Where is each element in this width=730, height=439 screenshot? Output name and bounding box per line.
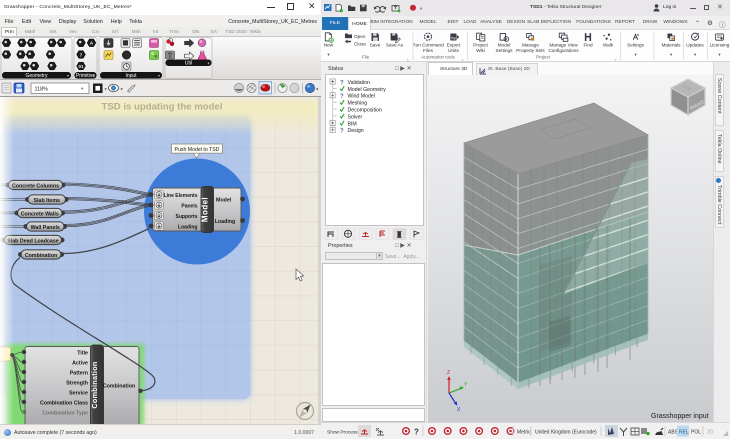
svg-text:Manage View: Manage View bbox=[549, 43, 578, 48]
svg-text:Settings: Settings bbox=[627, 43, 645, 48]
svg-text:Configurations: Configurations bbox=[548, 48, 579, 53]
svg-text:▾: ▾ bbox=[208, 60, 210, 65]
svg-text:?: ? bbox=[340, 80, 344, 86]
svg-text:?: ? bbox=[340, 129, 344, 135]
svg-text:Loading: Loading bbox=[178, 224, 197, 230]
svg-text:.: . bbox=[336, 234, 337, 239]
svg-text:▾: ▾ bbox=[93, 73, 95, 78]
svg-text:Wiki: Wiki bbox=[476, 48, 485, 53]
svg-text:▾: ▾ bbox=[327, 52, 330, 57]
svg-text:▾: ▾ bbox=[316, 87, 319, 92]
svg-text:Line Elements: Line Elements bbox=[164, 193, 198, 199]
svg-text:Model: Model bbox=[200, 197, 209, 222]
svg-text:Files: Files bbox=[423, 48, 434, 53]
svg-text:Concrete Walls: Concrete Walls bbox=[21, 211, 59, 217]
svg-text:Concrete Columns: Concrete Columns bbox=[12, 183, 59, 189]
svg-text:Push Model to TSD: Push Model to TSD bbox=[175, 147, 220, 153]
svg-text:Solver: Solver bbox=[348, 114, 363, 120]
svg-text:Pattern: Pattern bbox=[70, 370, 88, 376]
svg-text:.: . bbox=[353, 234, 354, 239]
svg-text:Run Command: Run Command bbox=[412, 43, 444, 48]
svg-text:kg: kg bbox=[451, 35, 455, 40]
svg-text:▾: ▾ bbox=[634, 52, 637, 57]
svg-text:Model: Model bbox=[498, 43, 511, 48]
svg-text:Grasshopper input: Grasshopper input bbox=[651, 413, 709, 420]
svg-text:United Kingdom (Eurocode): United Kingdom (Eurocode) bbox=[535, 430, 597, 436]
svg-text:?: ? bbox=[340, 94, 344, 100]
svg-text:Find: Find bbox=[583, 43, 593, 48]
svg-text:Slab Dead Loadcase: Slab Dead Loadcase bbox=[7, 238, 59, 244]
svg-text:Combination: Combination bbox=[103, 383, 135, 389]
svg-text:POL: POL bbox=[691, 430, 701, 436]
svg-text:▾: ▾ bbox=[158, 73, 160, 78]
svg-text:File: File bbox=[362, 55, 370, 60]
svg-text:Open: Open bbox=[354, 34, 366, 39]
svg-text:Manage: Manage bbox=[522, 43, 539, 48]
svg-text:3D: 3D bbox=[707, 430, 714, 436]
svg-text:Design: Design bbox=[348, 128, 364, 134]
svg-text:Active: Active bbox=[72, 360, 88, 366]
svg-text:Title: Title bbox=[77, 350, 88, 356]
svg-text:Walk: Walk bbox=[603, 43, 614, 48]
svg-text:.: . bbox=[387, 234, 388, 239]
svg-text:Units: Units bbox=[448, 48, 459, 53]
svg-text:.: . bbox=[421, 234, 422, 239]
svg-text:Combination: Combination bbox=[90, 361, 99, 408]
svg-text:Property Sets: Property Sets bbox=[516, 48, 545, 53]
svg-text:Supports: Supports bbox=[176, 214, 198, 220]
svg-text:Export: Export bbox=[447, 43, 461, 48]
svg-text:▾: ▾ bbox=[670, 52, 673, 57]
svg-text:Model Geometry: Model Geometry bbox=[348, 87, 387, 93]
svg-text:TSD is updating the model: TSD is updating the model bbox=[102, 102, 223, 113]
svg-text:Wind Model: Wind Model bbox=[348, 94, 375, 100]
svg-text:Licensing: Licensing bbox=[710, 43, 730, 48]
svg-text:.: . bbox=[404, 234, 405, 239]
svg-text:BIM: BIM bbox=[348, 121, 357, 127]
svg-text:Combination Type: Combination Type bbox=[42, 410, 88, 416]
svg-text:01: 01 bbox=[79, 64, 84, 69]
svg-text:▾: ▾ bbox=[105, 87, 108, 92]
svg-text:Automation tools: Automation tools bbox=[421, 55, 455, 60]
svg-text:▾: ▾ bbox=[694, 52, 697, 57]
svg-text:Show Process: Show Process bbox=[327, 430, 358, 436]
svg-text:Input: Input bbox=[125, 73, 137, 79]
svg-text:▾: ▾ bbox=[718, 52, 721, 57]
svg-text:Close: Close bbox=[354, 42, 366, 47]
svg-text:REL: REL bbox=[679, 430, 689, 436]
svg-text:Panels: Panels bbox=[181, 203, 197, 209]
svg-text:Save: Save bbox=[370, 43, 381, 48]
svg-text:118%: 118% bbox=[35, 87, 49, 93]
svg-text:Wall Panels: Wall Panels bbox=[31, 225, 60, 231]
svg-text:Materials: Materials bbox=[661, 43, 681, 48]
svg-text:Meshing: Meshing bbox=[348, 101, 368, 107]
svg-text:Slab Items: Slab Items bbox=[34, 198, 61, 204]
svg-text:.: . bbox=[370, 234, 371, 239]
svg-text:Project: Project bbox=[536, 55, 551, 60]
svg-text:Service: Service bbox=[69, 390, 88, 396]
svg-text:Decomposition: Decomposition bbox=[348, 108, 382, 114]
svg-text:▾: ▾ bbox=[67, 73, 69, 78]
svg-text:Util: Util bbox=[185, 61, 192, 67]
svg-text:Updates: Updates bbox=[686, 43, 704, 48]
svg-text:Combination: Combination bbox=[25, 253, 57, 259]
svg-text:Model: Model bbox=[216, 197, 232, 203]
svg-text:Settings: Settings bbox=[496, 48, 514, 53]
svg-text:Validation: Validation bbox=[348, 80, 371, 86]
svg-text:Project: Project bbox=[473, 43, 488, 48]
svg-text:Z: Z bbox=[447, 370, 450, 376]
svg-text:Metric: Metric bbox=[517, 430, 531, 436]
svg-text:?: ? bbox=[414, 428, 419, 437]
svg-text:▾: ▾ bbox=[420, 6, 423, 11]
svg-text:Strength: Strength bbox=[66, 380, 88, 386]
svg-text:Loading: Loading bbox=[215, 219, 236, 225]
svg-text:Geometry: Geometry bbox=[26, 73, 48, 79]
svg-text:▾: ▾ bbox=[121, 87, 124, 92]
svg-text:New: New bbox=[324, 43, 334, 48]
svg-text:Combination Class: Combination Class bbox=[40, 400, 88, 406]
svg-text:Save As: Save As bbox=[386, 43, 404, 48]
